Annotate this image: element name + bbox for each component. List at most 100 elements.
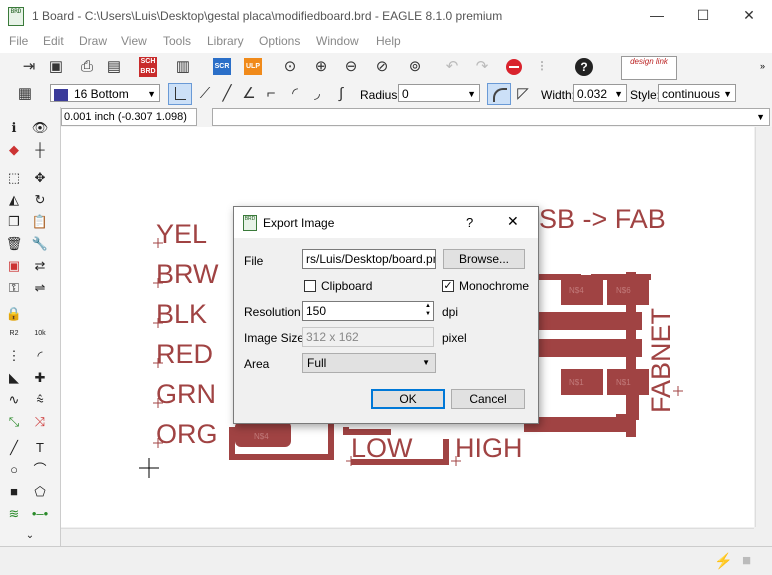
library-icon[interactable]: ▥ xyxy=(172,56,194,78)
delete-icon[interactable]: 🗑 xyxy=(4,234,24,254)
line-icon[interactable]: ╱ xyxy=(4,438,24,458)
file-path-input[interactable]: rs/Luis/Desktop/board.png xyxy=(302,249,436,269)
crosshair-icon xyxy=(139,458,159,478)
save-icon[interactable]: ▣ xyxy=(45,56,67,78)
horizontal-scrollbar[interactable] xyxy=(61,528,754,546)
menu-library[interactable]: Library xyxy=(207,34,244,48)
mark-icon[interactable]: ┼ xyxy=(30,140,50,160)
dialog-close-button[interactable]: ✕ xyxy=(507,213,519,230)
add-part-icon[interactable]: ▣ xyxy=(4,256,24,276)
menu-window[interactable]: Window xyxy=(316,34,359,48)
ripup-icon[interactable]: ⩯ xyxy=(30,390,50,410)
miter-corner-icon[interactable]: ◸ xyxy=(512,83,534,105)
menu-help[interactable]: Help xyxy=(376,34,401,48)
toolbar-expand-icon[interactable]: ⌄ xyxy=(20,526,40,546)
copy-icon[interactable]: ❐ xyxy=(4,212,24,232)
via-icon[interactable]: ≋ xyxy=(4,504,24,524)
group-icon[interactable]: ⬚ xyxy=(4,168,24,188)
zoom-fit-icon[interactable]: ⊙ xyxy=(279,56,301,78)
ok-button[interactable]: OK xyxy=(371,389,445,409)
ulp-icon[interactable]: ULP xyxy=(244,58,262,75)
menu-edit[interactable]: Edit xyxy=(43,34,64,48)
polygon-icon[interactable]: ⬠ xyxy=(30,482,50,502)
cam-processor-icon[interactable]: ▤ xyxy=(103,56,125,78)
optimize-icon[interactable]: ◣ xyxy=(4,368,24,388)
dialog-help-button[interactable]: ? xyxy=(466,215,473,230)
zoom-in-icon[interactable]: ⊕ xyxy=(310,56,332,78)
zoom-out-icon[interactable]: ⊖ xyxy=(340,56,362,78)
arc-icon[interactable]: ⌒ xyxy=(30,460,50,480)
smash-icon[interactable]: ⇌ xyxy=(30,278,50,298)
value-icon[interactable]: 10k xyxy=(30,324,50,344)
wire-bend-arc-icon[interactable]: ◜ xyxy=(284,83,306,105)
signal-icon[interactable]: ⤡ xyxy=(4,412,24,432)
radius-input[interactable]: 0 ▼ xyxy=(398,84,480,102)
menu-tools[interactable]: Tools xyxy=(163,34,191,48)
wire-bend-free-icon[interactable]: ∫ xyxy=(330,83,352,105)
move-icon[interactable]: ✥ xyxy=(30,168,50,188)
name-icon[interactable]: R2 xyxy=(4,324,24,344)
display-layers-icon[interactable]: ◆ xyxy=(4,140,24,160)
wire-bend-90-icon[interactable] xyxy=(168,83,192,105)
meander-icon[interactable]: ✚ xyxy=(30,368,50,388)
text-icon[interactable]: T xyxy=(30,438,50,458)
split-icon[interactable]: ⋮ xyxy=(4,346,24,366)
vertical-scrollbar[interactable] xyxy=(755,127,772,527)
area-select[interactable]: Full ▼ xyxy=(302,353,436,373)
ratsnest-icon[interactable]: ⤨ xyxy=(30,412,50,432)
toolbar-overflow-icon[interactable]: » xyxy=(760,61,765,71)
sch-brd-switch-icon[interactable]: SCH BRD xyxy=(139,57,157,77)
route-icon[interactable]: ∿ xyxy=(4,390,24,410)
miter-icon[interactable]: ◜ xyxy=(30,346,50,366)
wrench-icon[interactable]: 🔧 xyxy=(30,234,50,254)
show-icon[interactable]: 👁 xyxy=(30,118,50,138)
rectangle-icon[interactable]: ■ xyxy=(4,482,24,502)
lock-icon[interactable]: ⚿ xyxy=(4,278,24,298)
close-button[interactable]: ✕ xyxy=(726,0,772,31)
command-line-input[interactable]: ▼ xyxy=(212,108,770,126)
zoom-redraw-icon[interactable]: ⊘ xyxy=(371,56,393,78)
go-icon[interactable]: ⁝ xyxy=(531,56,553,78)
clipboard-checkbox[interactable] xyxy=(304,280,316,292)
redo-icon[interactable]: ↷ xyxy=(471,56,493,78)
print-icon[interactable]: ⎙ xyxy=(76,56,98,78)
info-icon[interactable]: ℹ xyxy=(4,118,24,138)
wire-bend-45-icon[interactable]: ⟋ xyxy=(194,83,216,105)
open-icon[interactable]: ⇥ xyxy=(18,56,40,78)
resolution-spinbox[interactable]: 150 ▲ ▼ xyxy=(302,301,434,321)
minimize-button[interactable]: — xyxy=(634,0,680,31)
width-select[interactable]: 0.032 ▼ xyxy=(573,84,627,102)
layer-select[interactable]: 16 Bottom ▼ xyxy=(50,84,160,102)
cancel-button[interactable]: Cancel xyxy=(451,389,525,409)
undo-icon[interactable]: ↶ xyxy=(441,56,463,78)
wire-bend-diag-icon[interactable]: ∠ xyxy=(238,83,260,105)
spin-arrows-icon[interactable]: ▲ ▼ xyxy=(425,302,431,318)
replace-icon[interactable]: ⇄ xyxy=(30,256,50,276)
monochrome-checkbox[interactable]: ✓ xyxy=(442,280,454,292)
circle-icon[interactable]: ○ xyxy=(4,460,24,480)
help-icon[interactable]: ? xyxy=(575,58,593,76)
stop-icon[interactable] xyxy=(506,59,522,75)
hole-icon[interactable]: •–• xyxy=(30,504,50,524)
lock-part-icon[interactable]: 🔒 xyxy=(4,304,24,324)
browse-button[interactable]: Browse... xyxy=(443,249,525,269)
label-yel: YEL xyxy=(156,219,208,249)
design-link-button[interactable]: design link xyxy=(621,56,677,80)
check-icon: ✓ xyxy=(443,280,453,292)
zoom-select-icon[interactable]: ⊚ xyxy=(404,56,426,78)
menu-draw[interactable]: Draw xyxy=(79,34,107,48)
script-icon[interactable]: SCR xyxy=(213,58,231,75)
round-corner-icon[interactable] xyxy=(487,83,511,105)
paste-icon[interactable]: 📋 xyxy=(30,212,50,232)
wire-bend-straight-icon[interactable]: ╱ xyxy=(216,83,238,105)
rotate-icon[interactable]: ↻ xyxy=(30,190,50,210)
menu-view[interactable]: View xyxy=(121,34,147,48)
mirror-icon[interactable]: ◭ xyxy=(4,190,24,210)
wire-bend-corner-icon[interactable]: ⌐ xyxy=(260,83,282,105)
maximize-button[interactable]: ☐ xyxy=(680,0,726,31)
menu-file[interactable]: File xyxy=(9,34,28,48)
wire-bend-round-icon[interactable]: ◞ xyxy=(306,83,328,105)
menu-options[interactable]: Options xyxy=(259,34,300,48)
grid-icon[interactable]: ▦ xyxy=(14,83,36,105)
style-select[interactable]: continuous ▼ xyxy=(658,84,736,102)
